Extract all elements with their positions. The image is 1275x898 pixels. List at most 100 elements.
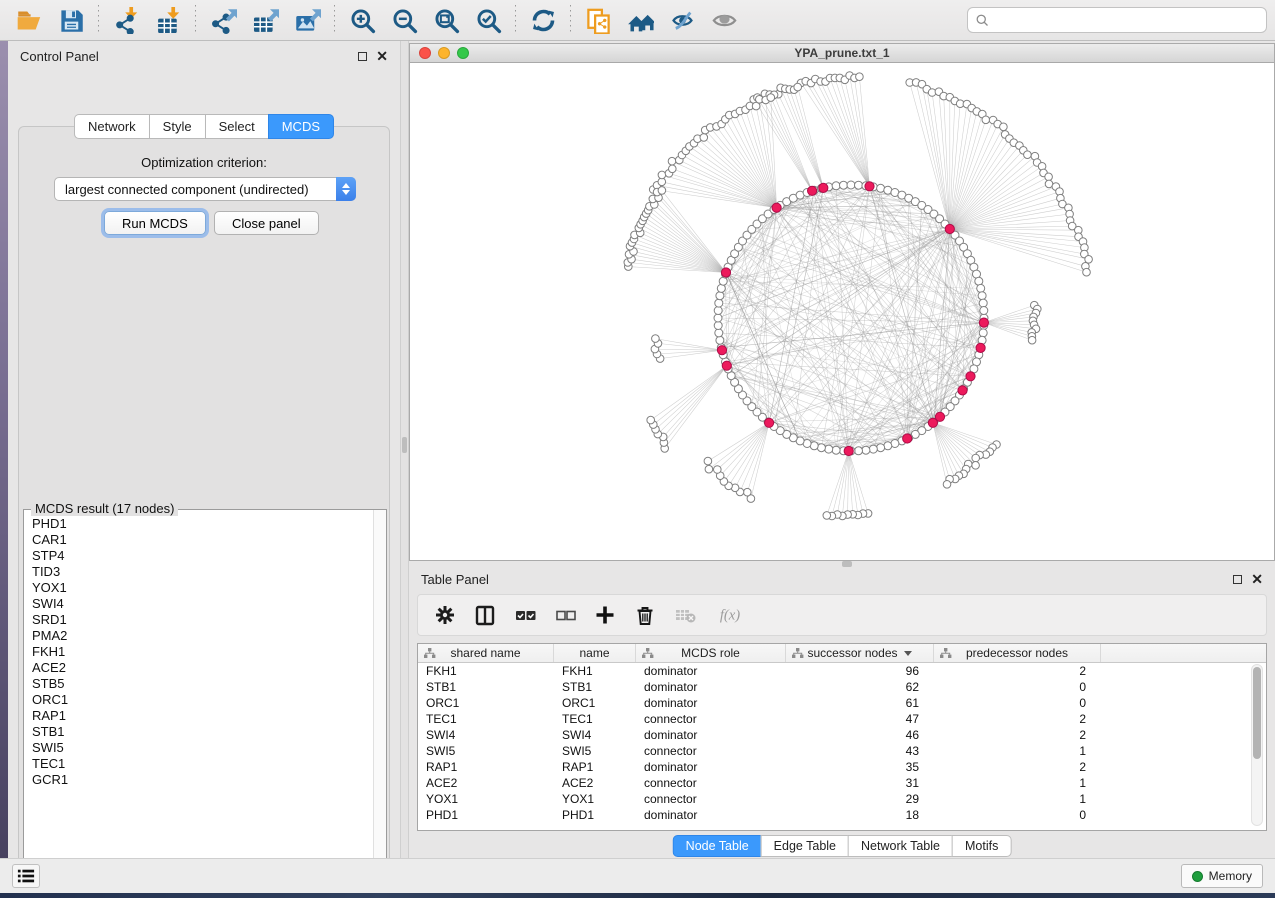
zoom-fit-button[interactable] [425,3,467,37]
deselect-all-button[interactable] [552,602,578,628]
cell-mcds_role[interactable]: dominator [636,807,786,823]
tab-motifs[interactable]: Motifs [952,835,1011,857]
hide-network-button[interactable] [661,3,703,37]
mcds-result-item[interactable]: GCR1 [32,772,373,788]
cell-mcds_role[interactable]: connector [636,775,786,791]
mcds-result-item[interactable]: YOX1 [32,580,373,596]
mcds-result-item[interactable]: ACE2 [32,660,373,676]
table-row[interactable]: PHD1PHD1dominator180 [418,807,1266,823]
cell-name[interactable]: TEC1 [554,711,636,727]
cell-mcds_role[interactable]: dominator [636,679,786,695]
table-row[interactable]: SWI5SWI5connector431 [418,743,1266,759]
home-networks-button[interactable] [619,3,661,37]
mcds-result-item[interactable]: FKH1 [32,644,373,660]
mcds-result-item[interactable]: TID3 [32,564,373,580]
cell-shared_name[interactable]: ACE2 [418,775,554,791]
mcds-result-list[interactable]: PHD1CAR1STP4TID3YOX1SWI4SRD1PMA2FKH1ACE2… [24,510,373,874]
cell-name[interactable]: FKH1 [554,663,636,679]
mcds-result-item[interactable]: RAP1 [32,708,373,724]
cell-name[interactable]: PHD1 [554,807,636,823]
cell-shared_name[interactable]: FKH1 [418,663,554,679]
cell-shared_name[interactable]: PHD1 [418,807,554,823]
mcds-result-item[interactable]: CAR1 [32,532,373,548]
cell-mcds_role[interactable]: dominator [636,663,786,679]
cell-successor_nodes[interactable]: 47 [786,711,934,727]
table-row[interactable]: TEC1TEC1connector472 [418,711,1266,727]
cell-predecessor_nodes[interactable]: 2 [934,759,1101,775]
cell-predecessor_nodes[interactable]: 1 [934,775,1101,791]
cell-predecessor_nodes[interactable]: 2 [934,711,1101,727]
column-header-name[interactable]: name [554,644,636,662]
table-scrollbar[interactable] [1251,664,1263,826]
table-row[interactable]: YOX1YOX1connector291 [418,791,1266,807]
status-menu-button[interactable] [12,864,40,888]
tab-mcds[interactable]: MCDS [268,114,334,139]
column-header-MCDS-role[interactable]: MCDS role [636,644,786,662]
memory-button[interactable]: Memory [1181,864,1263,888]
columns-button[interactable] [472,602,498,628]
copy-style-button[interactable] [577,3,619,37]
cell-name[interactable]: STB1 [554,679,636,695]
cell-predecessor_nodes[interactable]: 1 [934,791,1101,807]
trash-button[interactable] [632,602,658,628]
save-button[interactable] [50,3,92,37]
float-table-panel-icon[interactable] [1233,575,1242,584]
gear-button[interactable] [432,602,458,628]
table-scrollbar-thumb[interactable] [1253,667,1261,759]
cell-mcds_role[interactable]: connector [636,743,786,759]
cell-mcds_role[interactable]: dominator [636,695,786,711]
tab-style[interactable]: Style [149,114,205,139]
panel-splitter[interactable] [400,41,409,858]
tab-network[interactable]: Network [74,114,149,139]
tab-node-table[interactable]: Node Table [673,835,761,857]
column-header-shared-name[interactable]: shared name [418,644,554,662]
cell-predecessor_nodes[interactable]: 0 [934,695,1101,711]
search-input[interactable] [995,13,1259,28]
zoom-in-button[interactable] [341,3,383,37]
cell-shared_name[interactable]: STB1 [418,679,554,695]
open-button[interactable] [8,3,50,37]
cell-successor_nodes[interactable]: 62 [786,679,934,695]
cell-mcds_role[interactable]: dominator [636,727,786,743]
show-eye-button[interactable] [703,3,745,37]
close-panel-button[interactable]: Close panel [214,211,319,235]
cell-mcds_role[interactable]: dominator [636,759,786,775]
close-table-panel-icon[interactable]: ✕ [1251,574,1263,584]
add-button[interactable] [592,602,618,628]
splitter-handle[interactable] [402,437,407,453]
table-row[interactable]: FKH1FKH1dominator962 [418,663,1266,679]
table-row[interactable]: ACE2ACE2connector311 [418,775,1266,791]
cell-shared_name[interactable]: SWI5 [418,743,554,759]
network-canvas[interactable] [410,63,1274,560]
mcds-result-item[interactable]: PMA2 [32,628,373,644]
column-header-predecessor-nodes[interactable]: predecessor nodes [934,644,1101,662]
export-network-button[interactable] [202,3,244,37]
tab-select[interactable]: Select [205,114,268,139]
cell-successor_nodes[interactable]: 43 [786,743,934,759]
cell-successor_nodes[interactable]: 35 [786,759,934,775]
cell-name[interactable]: ORC1 [554,695,636,711]
export-table-button[interactable] [244,3,286,37]
cell-shared_name[interactable]: ORC1 [418,695,554,711]
cell-successor_nodes[interactable]: 61 [786,695,934,711]
zoom-out-button[interactable] [383,3,425,37]
tab-network-table[interactable]: Network Table [848,835,952,857]
cell-predecessor_nodes[interactable]: 2 [934,727,1101,743]
cell-shared_name[interactable]: YOX1 [418,791,554,807]
cell-name[interactable]: YOX1 [554,791,636,807]
close-window-icon[interactable]: ✕ [376,51,388,61]
table-row[interactable]: ORC1ORC1dominator610 [418,695,1266,711]
run-mcds-button[interactable]: Run MCDS [104,211,206,235]
cell-successor_nodes[interactable]: 29 [786,791,934,807]
cell-predecessor_nodes[interactable]: 0 [934,679,1101,695]
table-row[interactable]: SWI4SWI4dominator462 [418,727,1266,743]
cell-predecessor_nodes[interactable]: 2 [934,663,1101,679]
refresh-button[interactable] [522,3,564,37]
mcds-result-item[interactable]: TEC1 [32,756,373,772]
cell-name[interactable]: SWI4 [554,727,636,743]
mcds-list-scrollbar[interactable] [373,510,386,874]
cell-shared_name[interactable]: SWI4 [418,727,554,743]
search-box[interactable] [967,7,1267,33]
table-row[interactable]: STB1STB1dominator620 [418,679,1266,695]
cell-mcds_role[interactable]: connector [636,711,786,727]
